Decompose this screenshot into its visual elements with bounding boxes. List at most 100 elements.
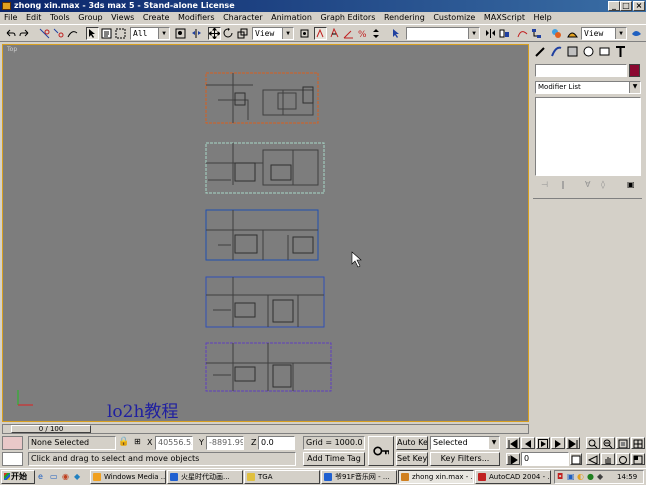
go-to-start-icon[interactable] bbox=[506, 437, 520, 449]
select-object-icon[interactable] bbox=[86, 27, 99, 40]
menu-customize[interactable]: Customize bbox=[433, 13, 475, 22]
select-by-name-icon[interactable] bbox=[100, 27, 113, 40]
menu-group[interactable]: Group bbox=[78, 13, 102, 22]
schematic-view-icon[interactable] bbox=[530, 27, 543, 40]
show-end-result-icon[interactable]: ‖ bbox=[561, 180, 565, 189]
menu-tools[interactable]: Tools bbox=[50, 13, 70, 22]
task-music-site[interactable]: 爷91F音乐网 - ... bbox=[321, 470, 397, 484]
key-mode-toggle-icon[interactable] bbox=[506, 453, 520, 465]
desktop-quicklaunch-icon[interactable]: ▭ bbox=[50, 472, 58, 481]
maxscript-listener-mini[interactable] bbox=[2, 436, 23, 450]
window-crossing-icon[interactable] bbox=[174, 27, 187, 40]
task-3dsmax[interactable]: zhong xin.max - ... bbox=[398, 470, 474, 484]
key-filters-button[interactable]: Key Filters... bbox=[430, 452, 500, 466]
percent-snap-icon[interactable]: % bbox=[356, 27, 369, 40]
arc-rotate-icon[interactable] bbox=[616, 453, 630, 465]
zoom-extents-all-icon[interactable] bbox=[631, 437, 645, 449]
utilities-tab-icon[interactable] bbox=[614, 45, 629, 60]
configure-sets-icon[interactable]: ▣ bbox=[627, 180, 635, 189]
minimize-button[interactable]: _ bbox=[608, 1, 620, 11]
select-and-move-icon[interactable] bbox=[208, 27, 221, 40]
material-editor-icon[interactable] bbox=[550, 27, 563, 40]
unlink-icon[interactable] bbox=[52, 27, 65, 40]
hierarchy-tab-icon[interactable] bbox=[566, 45, 581, 60]
menu-character[interactable]: Character bbox=[223, 13, 263, 22]
named-selection-dropdown[interactable]: ▼ bbox=[406, 27, 480, 40]
bind-space-warp-icon[interactable] bbox=[66, 27, 79, 40]
auto-key-button[interactable]: Auto Key bbox=[396, 436, 428, 450]
play-icon[interactable] bbox=[536, 437, 550, 449]
edit-named-selections-icon[interactable] bbox=[390, 27, 403, 40]
menu-views[interactable]: Views bbox=[111, 13, 134, 22]
next-frame-icon[interactable] bbox=[551, 437, 565, 449]
time-slider[interactable]: 0 / 100 bbox=[2, 424, 529, 434]
zoom-icon[interactable] bbox=[586, 437, 600, 449]
remove-modifier-icon[interactable]: ◊ bbox=[601, 180, 605, 189]
angle-snap-icon[interactable] bbox=[342, 27, 355, 40]
absolute-mode-icon[interactable]: ⊞ bbox=[134, 437, 141, 446]
tray-antivirus-icon[interactable]: ◘ bbox=[557, 471, 563, 483]
zoom-all-icon[interactable] bbox=[601, 437, 615, 449]
selection-filter-dropdown[interactable]: All ▼ bbox=[130, 27, 170, 40]
floor-plan-3[interactable] bbox=[205, 209, 319, 261]
lock-selection-icon[interactable]: 🔒 bbox=[118, 437, 129, 447]
modify-tab-icon[interactable] bbox=[550, 45, 565, 60]
task-mars-animation[interactable]: 火星时代动画... bbox=[167, 470, 243, 484]
redo-icon[interactable] bbox=[18, 27, 31, 40]
ie-quicklaunch-icon[interactable]: e bbox=[38, 472, 43, 481]
mirror-selected-icon[interactable] bbox=[484, 27, 497, 40]
pan-hand-icon[interactable] bbox=[601, 453, 615, 465]
align-icon[interactable] bbox=[498, 27, 511, 40]
make-unique-icon[interactable]: ∀ bbox=[585, 180, 590, 189]
floor-plan-2[interactable] bbox=[205, 142, 325, 194]
z-coordinate-field[interactable]: 0.0 bbox=[258, 436, 295, 450]
set-key-button[interactable]: Set Key bbox=[396, 452, 428, 466]
mirror-icon[interactable] bbox=[190, 27, 203, 40]
undo-icon[interactable] bbox=[4, 27, 17, 40]
menu-graph-editors[interactable]: Graph Editors bbox=[320, 13, 375, 22]
select-and-link-icon[interactable] bbox=[38, 27, 51, 40]
current-frame-field[interactable]: 0 bbox=[521, 452, 569, 466]
quick-render-icon[interactable] bbox=[630, 27, 643, 40]
close-button[interactable]: × bbox=[633, 1, 645, 11]
media-quicklaunch-icon[interactable]: ◉ bbox=[62, 472, 69, 481]
select-and-manipulate-icon[interactable] bbox=[314, 27, 327, 40]
y-coordinate-field[interactable]: -8891.99 bbox=[206, 436, 244, 450]
create-tab-icon[interactable] bbox=[534, 45, 549, 60]
select-and-rotate-icon[interactable] bbox=[222, 27, 235, 40]
menu-edit[interactable]: Edit bbox=[26, 13, 42, 22]
object-name-field[interactable] bbox=[535, 64, 627, 77]
select-and-scale-icon[interactable] bbox=[236, 27, 249, 40]
maximize-button[interactable]: □ bbox=[620, 1, 632, 11]
tray-ime-icon[interactable]: ◆ bbox=[597, 471, 603, 483]
x-coordinate-field[interactable]: 40556.53 bbox=[155, 436, 193, 450]
key-mode-dropdown[interactable]: Selected ▼ bbox=[430, 436, 500, 450]
display-tab-icon[interactable] bbox=[598, 45, 613, 60]
floor-plan-1[interactable] bbox=[205, 72, 319, 124]
previous-frame-icon[interactable] bbox=[521, 437, 535, 449]
task-autocad[interactable]: AutoCAD 2004 - ... bbox=[475, 470, 551, 484]
render-type-dropdown[interactable]: View ▼ bbox=[581, 27, 627, 40]
motion-tab-icon[interactable] bbox=[582, 45, 597, 60]
menu-modifiers[interactable]: Modifiers bbox=[178, 13, 215, 22]
zoom-extents-icon[interactable] bbox=[616, 437, 630, 449]
menu-maxscript[interactable]: MAXScript bbox=[484, 13, 525, 22]
add-time-tag-button[interactable]: Add Time Tag bbox=[303, 452, 365, 466]
tray-qq-icon[interactable]: ● bbox=[587, 471, 594, 483]
start-button[interactable]: 开始 bbox=[1, 470, 35, 484]
menu-rendering[interactable]: Rendering bbox=[384, 13, 425, 22]
snap-toggle-icon[interactable] bbox=[328, 27, 341, 40]
app-quicklaunch-icon[interactable]: ◆ bbox=[74, 472, 80, 481]
app-icon[interactable] bbox=[2, 2, 11, 10]
field-of-view-icon[interactable] bbox=[586, 453, 600, 465]
task-tga[interactable]: TGA bbox=[244, 470, 320, 484]
menu-help[interactable]: Help bbox=[534, 13, 552, 22]
curve-editor-icon[interactable] bbox=[516, 27, 529, 40]
tray-network-icon[interactable]: ▣ bbox=[567, 471, 575, 483]
pin-stack-icon[interactable]: ⊣ bbox=[541, 180, 548, 189]
modifier-stack-list[interactable] bbox=[535, 97, 641, 176]
menu-animation[interactable]: Animation bbox=[271, 13, 312, 22]
viewport-top[interactable]: Top lo2h教程 bbox=[2, 44, 529, 422]
task-windows-media[interactable]: Windows Media ... bbox=[90, 470, 166, 484]
time-slider-thumb[interactable]: 0 / 100 bbox=[11, 425, 91, 433]
